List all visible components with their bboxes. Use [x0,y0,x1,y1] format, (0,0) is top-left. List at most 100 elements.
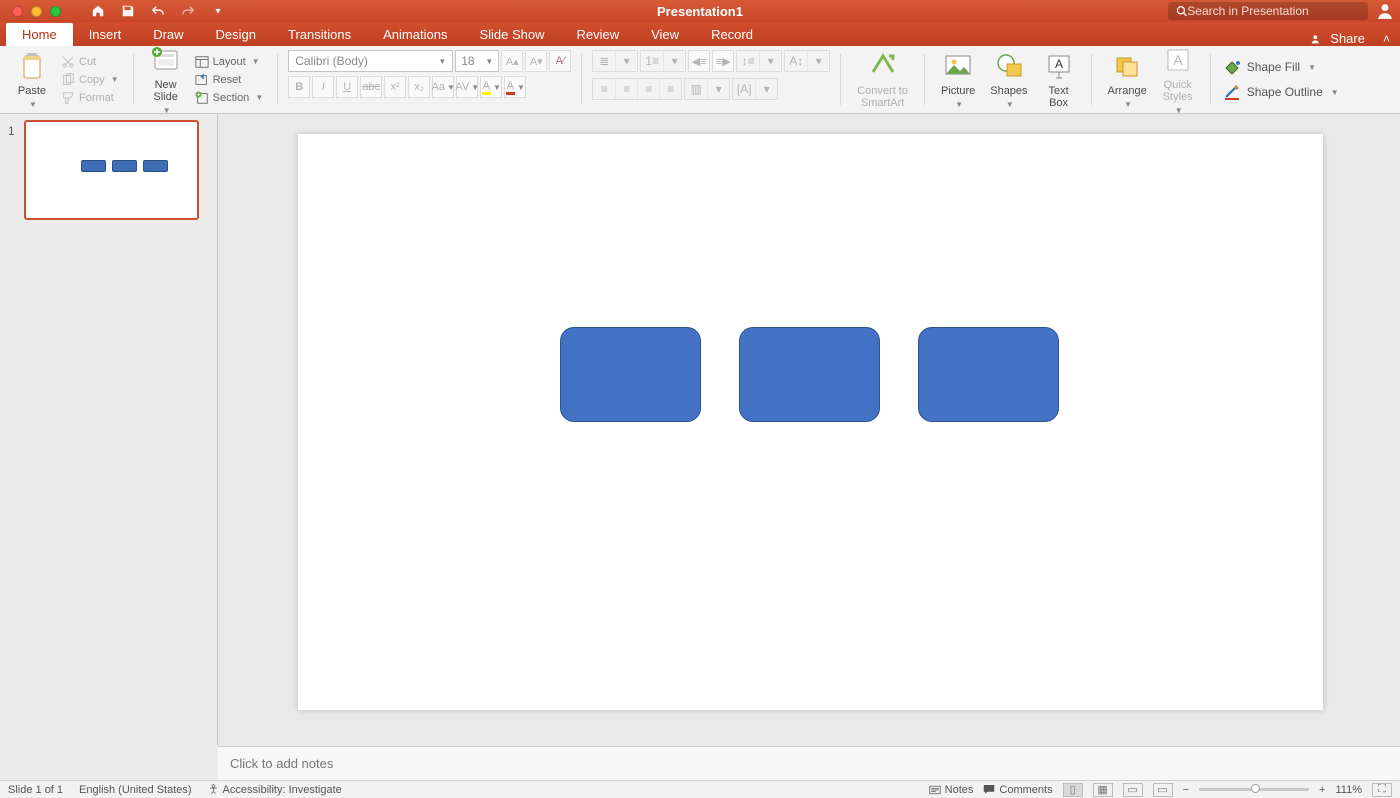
notes-toggle[interactable]: Notes [929,784,974,796]
increase-indent-button[interactable]: ≡▶ [712,50,734,72]
status-slide-number: Slide 1 of 1 [8,784,63,796]
align-center-button[interactable]: ≡ [615,79,637,99]
align-left-button[interactable]: ≡ [593,79,615,99]
reading-view-button[interactable]: ▭ [1123,783,1143,797]
close-window-button[interactable] [12,6,23,17]
thumbnail-shape [112,160,137,172]
align-right-button[interactable]: ≡ [637,79,659,99]
zoom-window-button[interactable] [50,6,61,17]
thumbnail-shape [81,160,106,172]
tab-review[interactable]: Review [560,23,635,46]
status-accessibility[interactable]: Accessibility: Investigate [208,784,342,796]
new-slide-button[interactable]: New Slide ▼ [144,42,188,117]
line-spacing-button[interactable]: ↕≡▾ [736,50,782,72]
comments-toggle[interactable]: Comments [983,784,1052,796]
collapse-ribbon-icon[interactable]: ˄ [1373,32,1400,46]
notes-pane[interactable]: Click to add notes [218,746,1400,780]
justify-button[interactable]: ≡ [659,79,681,99]
fit-to-window-button[interactable]: ⛶ [1372,783,1392,797]
slideshow-view-button[interactable]: ▭ [1153,783,1173,797]
copy-button[interactable]: Copy▼ [57,72,123,88]
tab-design[interactable]: Design [200,23,272,46]
zoom-in-button[interactable]: + [1319,784,1325,796]
search-input-wrapper[interactable] [1168,2,1368,20]
highlight-button[interactable]: A▼ [480,76,502,98]
text-direction-button[interactable]: A↕▾ [784,50,830,72]
tab-animations[interactable]: Animations [367,23,463,46]
shape-fill-button[interactable]: Shape Fill▼ [1221,56,1318,78]
new-slide-icon [150,44,182,76]
ribbon-home: Paste ▼ Cut Copy▼ Format New Slide ▼ Lay… [0,46,1400,114]
zoom-slider[interactable] [1199,788,1309,791]
search-input[interactable] [1187,4,1360,18]
bullets-button[interactable]: ≣▾ [592,50,638,72]
textbox-button[interactable]: A Text Box [1037,48,1081,111]
sorter-view-button[interactable]: ▦ [1093,783,1113,797]
tab-slideshow[interactable]: Slide Show [463,23,560,46]
shape-outline-button[interactable]: Shape Outline▼ [1221,81,1341,103]
redo-icon[interactable] [181,4,195,18]
smartart-icon [867,50,899,82]
tab-home[interactable]: Home [6,23,73,46]
numbering-button[interactable]: 1≡▾ [640,50,686,72]
home-icon[interactable] [91,4,105,18]
character-spacing-button[interactable]: AV▼ [456,76,478,98]
arrange-label: Arrange [1108,85,1147,97]
convert-smartart-button[interactable]: Convert to SmartArt [851,48,914,111]
rounded-rectangle-shape[interactable] [739,327,880,422]
zoom-out-button[interactable]: − [1183,784,1189,796]
minimize-window-button[interactable] [31,6,42,17]
normal-view-button[interactable]: ▯ [1063,783,1083,797]
align-text-button[interactable]: [A]▾ [732,78,778,100]
reset-button[interactable]: Reset [191,72,268,88]
font-size-select[interactable]: 18▼ [455,50,499,72]
arrange-button[interactable]: Arrange▼ [1102,48,1153,111]
status-bar: Slide 1 of 1 English (United States) Acc… [0,780,1400,798]
picture-button[interactable]: Picture▼ [935,48,981,111]
increase-font-button[interactable]: A▴ [501,50,523,72]
undo-icon[interactable] [151,4,165,18]
paste-button[interactable]: Paste ▼ [10,48,54,111]
share-button[interactable]: Share [1302,31,1373,46]
decrease-indent-button[interactable]: ◀≡ [688,50,710,72]
underline-button[interactable]: U [336,76,358,98]
subscript-button[interactable]: x₂ [408,76,430,98]
notes-icon [929,785,941,795]
tab-record[interactable]: Record [695,23,769,46]
qat-customize-icon[interactable]: ▾ [211,4,225,18]
columns-button[interactable]: ▥▾ [684,78,730,100]
change-case-button[interactable]: Aa▼ [432,76,454,98]
tab-transitions[interactable]: Transitions [272,23,367,46]
superscript-button[interactable]: x² [384,76,406,98]
tab-view[interactable]: View [635,23,695,46]
rounded-rectangle-shape[interactable] [918,327,1059,422]
status-language[interactable]: English (United States) [79,784,192,796]
tab-insert[interactable]: Insert [73,23,138,46]
slide-thumbnail-1[interactable] [24,120,199,220]
share-label: Share [1330,31,1365,46]
quick-styles-button[interactable]: A Quick Styles▼ [1156,42,1200,117]
font-name-select[interactable]: Calibri (Body)▼ [288,50,453,72]
format-painter-button[interactable]: Format [57,90,123,106]
font-color-button[interactable]: A▼ [504,76,526,98]
zoom-percentage[interactable]: 111% [1335,784,1362,796]
decrease-font-button[interactable]: A▾ [525,50,547,72]
strikethrough-button[interactable]: abc [360,76,382,98]
picture-label: Picture [941,85,975,97]
shapes-button[interactable]: Shapes▼ [984,48,1033,111]
thumbnail-shape [143,160,168,172]
layout-button[interactable]: Layout▼ [191,54,268,70]
rounded-rectangle-shape[interactable] [560,327,701,422]
paste-icon [16,50,48,82]
bold-button[interactable]: B [288,76,310,98]
italic-button[interactable]: I [312,76,334,98]
save-icon[interactable] [121,4,135,18]
search-icon [1176,5,1187,17]
arrange-icon [1111,50,1143,82]
slide-1[interactable] [298,134,1323,710]
profile-icon[interactable] [1376,2,1394,20]
clear-formatting-button[interactable]: A⁄ [549,50,571,72]
section-button[interactable]: Section▼ [191,90,268,106]
cut-button[interactable]: Cut [57,54,123,70]
slide-canvas-area[interactable] [218,114,1400,746]
